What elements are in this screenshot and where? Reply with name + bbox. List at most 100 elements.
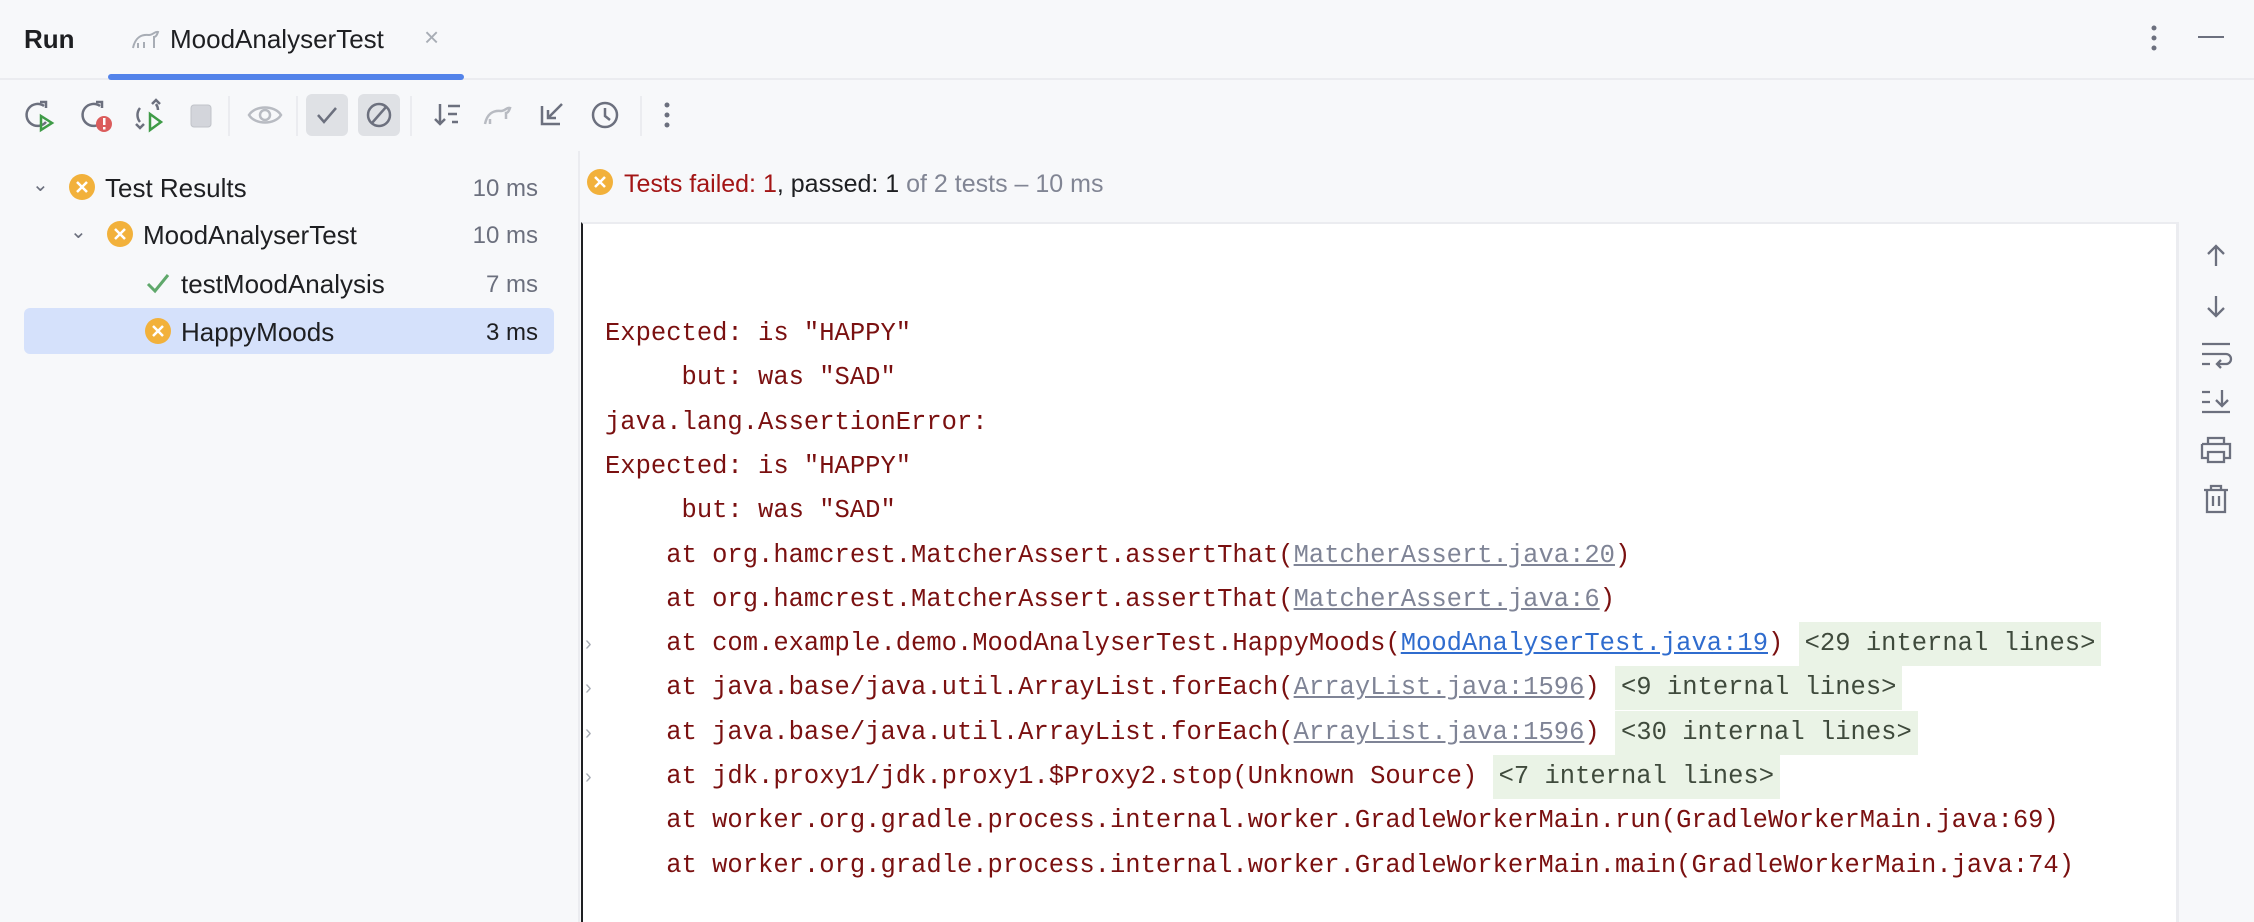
minimize-icon[interactable] bbox=[2196, 34, 2226, 40]
console-text: at org.hamcrest.MatcherAssert.assertThat… bbox=[605, 541, 1294, 570]
console-text: ) bbox=[1768, 629, 1783, 658]
passed-check-icon bbox=[144, 269, 172, 297]
console-line: › at jdk.proxy1/jdk.proxy1.$Proxy2.stop(… bbox=[605, 755, 1780, 799]
console-text: but: was "SAD" bbox=[605, 363, 896, 392]
import-tests-icon[interactable] bbox=[480, 94, 522, 136]
console-text: Expected: is "HAPPY" bbox=[605, 452, 911, 481]
scroll-to-end-icon[interactable] bbox=[2196, 382, 2236, 422]
sort-icon[interactable] bbox=[428, 94, 470, 136]
test-summary: Tests failed: 1, passed: 1 of 2 tests – … bbox=[582, 151, 2182, 221]
console-line: Expected: is "HAPPY" bbox=[605, 445, 911, 489]
tree-item-label: testMoodAnalysis bbox=[181, 269, 385, 300]
console-text: at java.base/java.util.ArrayList.forEach… bbox=[605, 673, 1294, 702]
internal-lines-fold[interactable]: <9 internal lines> bbox=[1615, 666, 1902, 710]
internal-lines-fold[interactable]: <30 internal lines> bbox=[1615, 711, 1918, 755]
tab-bar: Run MoodAnalyserTest × bbox=[0, 0, 2254, 80]
toolbar-separator bbox=[410, 96, 412, 136]
close-tab-icon[interactable]: × bbox=[424, 22, 439, 53]
failed-icon bbox=[586, 168, 614, 196]
stop-icon bbox=[180, 94, 222, 136]
tree-item-time: 10 ms bbox=[473, 175, 538, 203]
more-icon[interactable] bbox=[646, 94, 688, 136]
tree-item-label: Test Results bbox=[105, 173, 247, 204]
print-icon[interactable] bbox=[2196, 430, 2236, 470]
rerun-failed-icon[interactable] bbox=[74, 94, 116, 136]
chevron-down-icon[interactable]: ⌄ bbox=[32, 172, 49, 197]
collapse-icon[interactable] bbox=[532, 94, 574, 136]
toolbar-separator bbox=[640, 96, 642, 136]
tree-item-label: MoodAnalyserTest bbox=[143, 220, 357, 251]
more-options-icon[interactable] bbox=[2148, 24, 2160, 56]
console-text: but: was "SAD" bbox=[605, 496, 896, 525]
source-link[interactable]: MoodAnalyserTest.java:19 bbox=[1401, 629, 1768, 658]
internal-lines-fold[interactable]: <29 internal lines> bbox=[1799, 622, 2102, 666]
console-line: › at java.base/java.util.ArrayList.forEa… bbox=[605, 711, 1918, 755]
expand-fold-icon[interactable]: › bbox=[585, 666, 592, 710]
summary-separator: , bbox=[777, 170, 791, 198]
rerun-icon[interactable] bbox=[18, 94, 60, 136]
console-output[interactable]: Expected: is "HAPPY" but: was "SAD" java.… bbox=[581, 222, 2179, 922]
console-line: but: was "SAD" bbox=[605, 489, 896, 533]
console-text: ) bbox=[1584, 718, 1599, 747]
toolbar-separator bbox=[296, 96, 298, 136]
tree-item-label: HappyMoods bbox=[181, 317, 334, 348]
console-text: at worker.org.gradle.process.internal.wo… bbox=[605, 851, 2074, 880]
tab-label: MoodAnalyserTest bbox=[170, 24, 384, 55]
expand-fold-icon[interactable]: › bbox=[585, 711, 592, 755]
failed-icon bbox=[144, 317, 172, 345]
toolbar bbox=[0, 80, 2254, 151]
show-ignored-icon[interactable] bbox=[244, 94, 286, 136]
console-text: at java.base/java.util.ArrayList.forEach… bbox=[605, 718, 1294, 747]
internal-lines-fold[interactable]: <7 internal lines> bbox=[1493, 755, 1780, 799]
expand-fold-icon[interactable]: › bbox=[585, 622, 592, 666]
tree-item-mood-analyser-test[interactable]: ⌄ MoodAnalyserTest 10 ms bbox=[24, 211, 554, 257]
chevron-down-icon[interactable]: ⌄ bbox=[70, 219, 87, 244]
source-link[interactable]: ArrayList.java:1596 bbox=[1294, 673, 1585, 702]
console-text: Expected: is "HAPPY" bbox=[605, 319, 911, 348]
soft-wrap-icon[interactable] bbox=[2196, 334, 2236, 374]
console-line: java.lang.AssertionError: bbox=[605, 401, 988, 445]
show-passed-icon[interactable] bbox=[306, 94, 348, 136]
console-text: ) bbox=[1600, 585, 1615, 614]
test-tree: ⌄ Test Results 10 ms ⌄ MoodAnalyserTest … bbox=[0, 151, 580, 922]
tree-item-happy-moods[interactable]: HappyMoods 3 ms bbox=[24, 308, 554, 354]
toggle-auto-test-icon[interactable] bbox=[128, 94, 170, 136]
console-line: at worker.org.gradle.process.internal.wo… bbox=[605, 799, 2059, 843]
console-line: › at java.base/java.util.ArrayList.forEa… bbox=[605, 666, 1902, 710]
failed-icon bbox=[106, 220, 134, 248]
tree-item-time: 7 ms bbox=[486, 271, 538, 299]
console-line: but: was "SAD" bbox=[605, 356, 896, 400]
console-line: at org.hamcrest.MatcherAssert.assertThat… bbox=[605, 534, 1630, 578]
toolbar-separator bbox=[228, 96, 230, 136]
console-text: at jdk.proxy1/jdk.proxy1.$Proxy2.stop(Un… bbox=[605, 762, 1477, 791]
summary-total: of 2 tests – 10 ms bbox=[899, 170, 1103, 198]
console-line: at org.hamcrest.MatcherAssert.assertThat… bbox=[605, 578, 1615, 622]
console-line: at worker.org.gradle.process.internal.wo… bbox=[605, 844, 2074, 888]
failed-icon bbox=[68, 173, 96, 201]
failed-count: Tests failed: 1 bbox=[624, 170, 777, 198]
expand-fold-icon[interactable]: › bbox=[585, 755, 592, 799]
console-line: Expected: is "HAPPY" bbox=[605, 312, 911, 356]
console-text: ) bbox=[1584, 673, 1599, 702]
gradle-icon bbox=[130, 26, 162, 52]
show-ignored-toggle-icon[interactable] bbox=[358, 94, 400, 136]
console-text: at org.hamcrest.MatcherAssert.assertThat… bbox=[605, 585, 1294, 614]
trash-icon[interactable] bbox=[2196, 478, 2236, 518]
source-link[interactable]: ArrayList.java:1596 bbox=[1294, 718, 1585, 747]
tree-item-time: 10 ms bbox=[473, 222, 538, 250]
tab-mood-analyser-test[interactable]: MoodAnalyserTest × bbox=[108, 0, 464, 80]
console-text: java.lang.AssertionError: bbox=[605, 408, 988, 437]
test-history-icon[interactable] bbox=[584, 94, 626, 136]
tree-item-test-results[interactable]: ⌄ Test Results 10 ms bbox=[24, 164, 554, 210]
tree-item-time: 3 ms bbox=[486, 319, 538, 347]
passed-count: passed: 1 bbox=[791, 170, 899, 198]
console-text: ) bbox=[1615, 541, 1630, 570]
arrow-up-icon[interactable] bbox=[2196, 236, 2236, 276]
tree-item-test-mood-analysis[interactable]: testMoodAnalysis 7 ms bbox=[24, 260, 554, 306]
source-link[interactable]: MatcherAssert.java:20 bbox=[1294, 541, 1615, 570]
console-text: at com.example.demo.MoodAnalyserTest.Hap… bbox=[605, 629, 1401, 658]
arrow-down-icon[interactable] bbox=[2196, 286, 2236, 326]
console-text: at worker.org.gradle.process.internal.wo… bbox=[605, 806, 2059, 835]
source-link[interactable]: MatcherAssert.java:6 bbox=[1294, 585, 1600, 614]
console-line: › at com.example.demo.MoodAnalyserTest.H… bbox=[605, 622, 2101, 666]
